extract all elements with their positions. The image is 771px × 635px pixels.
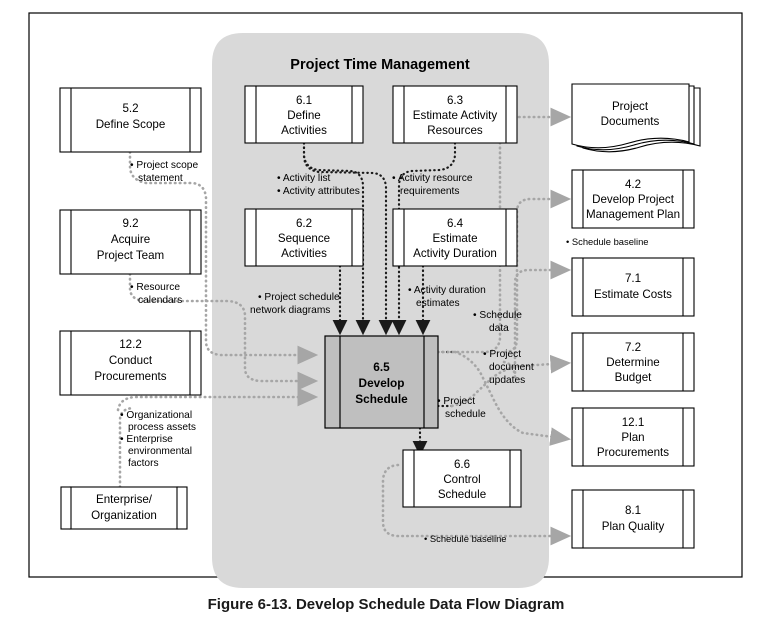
process-label-line2: Procurements bbox=[94, 370, 166, 383]
figure-caption: Figure 6-13. Develop Schedule Data Flow … bbox=[208, 596, 565, 613]
process-control-schedule[interactable]: 6.6 Control Schedule bbox=[402, 449, 522, 508]
process-number: 7.2 bbox=[625, 341, 641, 354]
process-label-line1: Define Scope bbox=[96, 118, 166, 131]
svg-text:process assets: process assets bbox=[128, 422, 196, 433]
svg-text:statement: statement bbox=[138, 173, 183, 184]
svg-text:• Project: • Project bbox=[437, 396, 475, 407]
process-label-line1: Estimate Activity bbox=[413, 109, 498, 122]
output-determine-budget[interactable]: 7.2 Determine Budget bbox=[571, 332, 695, 392]
svg-text:• Enterprise: • Enterprise bbox=[120, 434, 173, 445]
flow-label-schedule-baseline-right: • Schedule baseline bbox=[566, 236, 649, 247]
svg-text:• Resource: • Resource bbox=[130, 282, 180, 293]
svg-text:updates: updates bbox=[489, 375, 525, 386]
process-number: 6.2 bbox=[296, 217, 312, 230]
external-input-define-scope[interactable]: 5.2 Define Scope bbox=[59, 87, 202, 153]
process-label-line1: Plan bbox=[621, 431, 644, 444]
svg-text:document: document bbox=[489, 362, 534, 373]
process-number: 6.5 bbox=[373, 360, 390, 374]
process-label-line1: Control bbox=[443, 473, 480, 486]
external-input-conduct-procurements[interactable]: 12.2 Conduct Procurements bbox=[59, 330, 202, 396]
svg-text:• Activity duration: • Activity duration bbox=[408, 285, 486, 296]
external-entity-enterprise-organization[interactable]: Enterprise/ Organization bbox=[60, 486, 188, 530]
svg-text:• Schedule baseline: • Schedule baseline bbox=[424, 533, 507, 544]
process-label-line1: Develop Project bbox=[592, 193, 675, 206]
flow-label-schedule-baseline-bottom: • Schedule baseline bbox=[424, 533, 507, 544]
output-estimate-costs[interactable]: 7.1 Estimate Costs bbox=[571, 257, 695, 317]
svg-text:requirements: requirements bbox=[400, 186, 459, 197]
process-label-line2: Activities bbox=[281, 247, 327, 260]
process-sequence-activities[interactable]: 6.2 Sequence Activities bbox=[244, 208, 364, 267]
process-label-line1: Estimate bbox=[432, 232, 477, 245]
svg-text:• Project scope: • Project scope bbox=[130, 160, 198, 171]
svg-text:network diagrams: network diagrams bbox=[250, 305, 330, 316]
process-label-line1: Conduct bbox=[109, 354, 153, 367]
process-label-line1: Develop bbox=[359, 376, 405, 390]
process-label-line2: Resources bbox=[427, 124, 483, 137]
process-number: 6.3 bbox=[447, 94, 463, 107]
process-label-line2: Management Plan bbox=[586, 208, 680, 221]
process-label-line2: Budget bbox=[615, 371, 653, 384]
process-number: 6.4 bbox=[447, 217, 464, 230]
process-number: 6.6 bbox=[454, 458, 470, 471]
svg-text:• Organizational: • Organizational bbox=[120, 410, 192, 421]
knowledge-area-title: Project Time Management bbox=[290, 57, 470, 73]
output-plan-quality[interactable]: 8.1 Plan Quality bbox=[571, 489, 695, 549]
svg-text:• Schedule baseline: • Schedule baseline bbox=[566, 236, 649, 247]
svg-text:factors: factors bbox=[128, 458, 159, 469]
process-label-line2: Activity Duration bbox=[413, 247, 497, 260]
process-label-line1: Sequence bbox=[278, 232, 330, 245]
document-label-line2: Documents bbox=[601, 115, 660, 128]
process-number: 5.2 bbox=[122, 102, 138, 115]
process-label-line1: Define bbox=[287, 109, 321, 122]
external-input-acquire-project-team[interactable]: 9.2 Acquire Project Team bbox=[59, 209, 202, 275]
process-number: 12.2 bbox=[119, 338, 142, 351]
figure-canvas: 5.2 Define Scope 9.2 Acquire Project Tea… bbox=[0, 0, 771, 635]
svg-text:calendars: calendars bbox=[138, 295, 182, 306]
entity-label-line1: Enterprise/ bbox=[96, 493, 153, 506]
process-number: 9.2 bbox=[122, 217, 138, 230]
svg-text:• Project: • Project bbox=[483, 349, 521, 360]
svg-text:• Activity attributes: • Activity attributes bbox=[277, 186, 360, 197]
process-number: 4.2 bbox=[625, 178, 641, 191]
process-label-line1: Plan Quality bbox=[602, 520, 665, 533]
svg-text:• Activity list: • Activity list bbox=[277, 173, 331, 184]
svg-text:estimates: estimates bbox=[416, 298, 460, 309]
process-label-line2: Activities bbox=[281, 124, 327, 137]
process-number: 7.1 bbox=[625, 272, 641, 285]
svg-text:environmental: environmental bbox=[128, 446, 192, 457]
process-label-line1: Estimate Costs bbox=[594, 288, 672, 301]
svg-text:• Project schedule: • Project schedule bbox=[258, 292, 340, 303]
process-label-line2: Procurements bbox=[597, 446, 669, 459]
svg-text:• Activity resource: • Activity resource bbox=[392, 173, 473, 184]
output-develop-project-management-plan[interactable]: 4.2 Develop Project Management Plan bbox=[571, 169, 695, 229]
process-number: 6.1 bbox=[296, 94, 312, 107]
document-label-line1: Project bbox=[612, 100, 649, 113]
process-develop-schedule[interactable]: 6.5 Develop Schedule bbox=[324, 335, 439, 429]
process-label-line2: Schedule bbox=[355, 392, 408, 406]
output-project-documents[interactable]: Project Documents bbox=[571, 83, 701, 153]
process-estimate-activity-duration[interactable]: 6.4 Estimate Activity Duration bbox=[392, 208, 518, 267]
process-number: 12.1 bbox=[622, 416, 645, 429]
process-number: 8.1 bbox=[625, 504, 641, 517]
process-label-line1: Acquire bbox=[111, 233, 150, 246]
svg-text:• Schedule: • Schedule bbox=[473, 310, 522, 321]
process-label-line2: Schedule bbox=[438, 488, 486, 501]
output-plan-procurements[interactable]: 12.1 Plan Procurements bbox=[571, 407, 695, 467]
process-label-line1: Determine bbox=[606, 356, 659, 369]
process-estimate-activity-resources[interactable]: 6.3 Estimate Activity Resources bbox=[392, 85, 518, 144]
entity-label-line2: Organization bbox=[91, 509, 157, 522]
process-label-line2: Project Team bbox=[97, 249, 164, 262]
svg-text:data: data bbox=[489, 323, 509, 334]
process-define-activities[interactable]: 6.1 Define Activities bbox=[244, 85, 364, 144]
svg-text:schedule: schedule bbox=[445, 409, 486, 420]
